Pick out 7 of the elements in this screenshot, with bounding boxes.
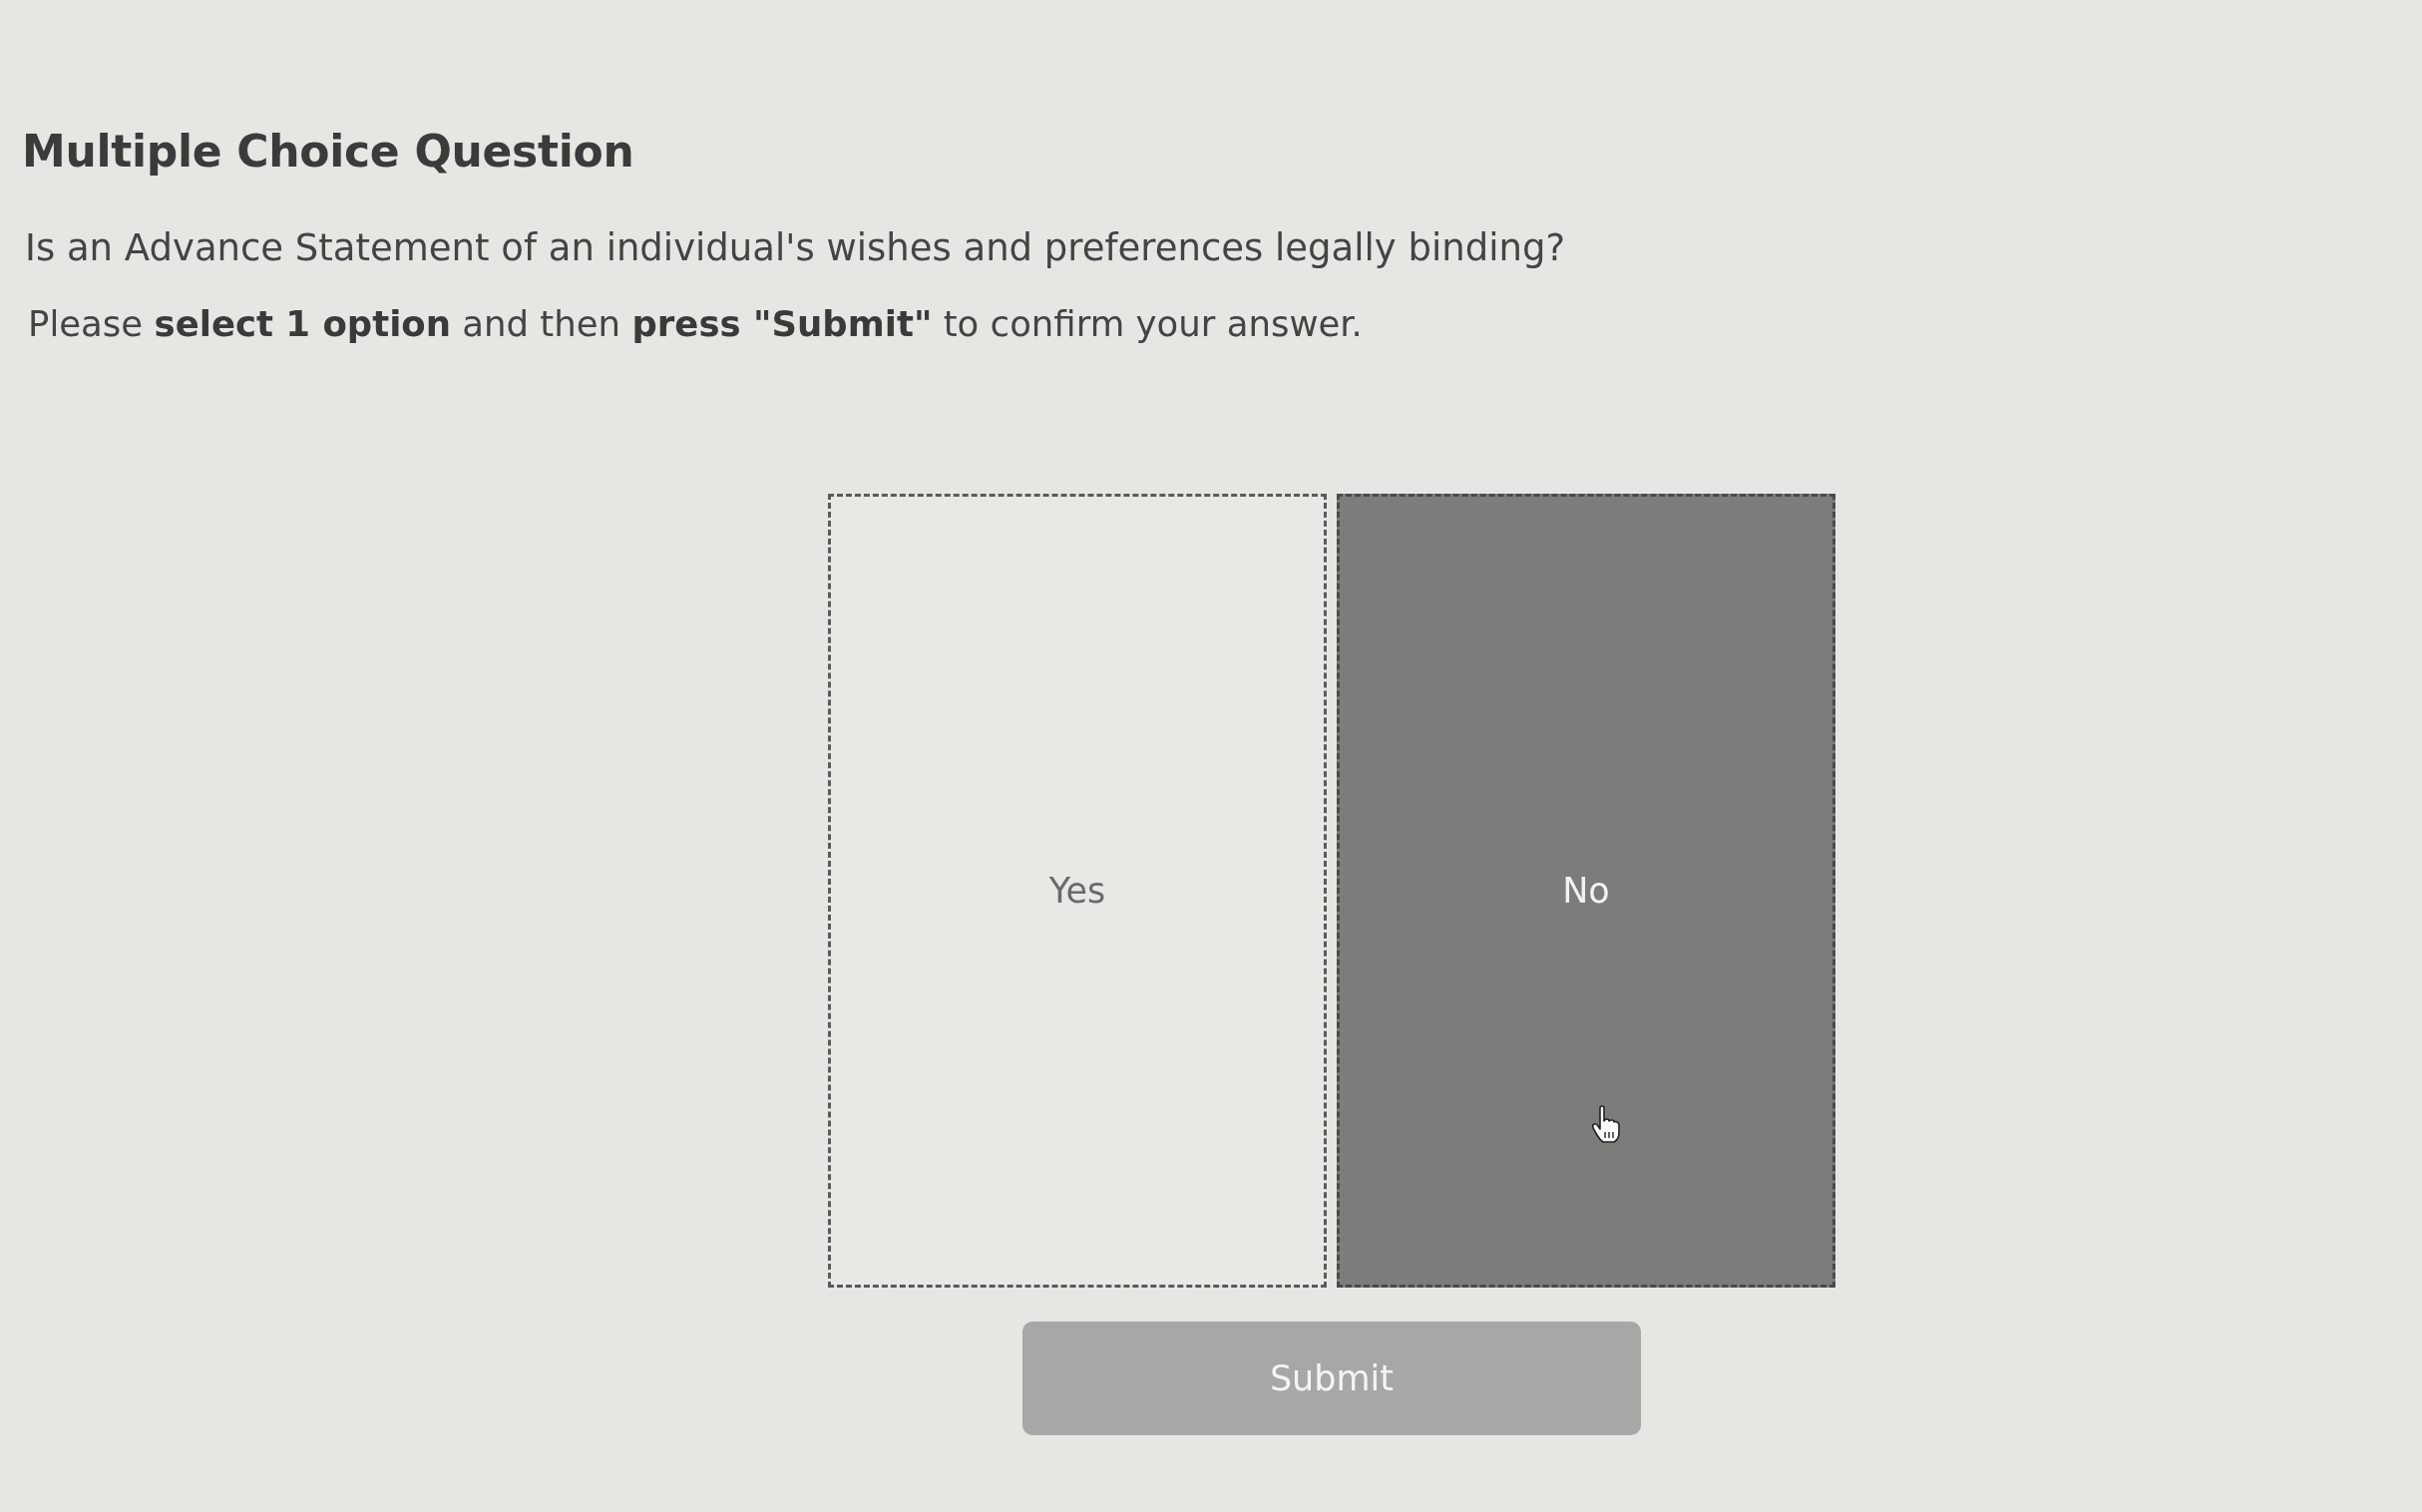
answer-option[interactable]: Yes bbox=[828, 494, 1327, 1288]
question-heading: Multiple Choice Question bbox=[22, 126, 634, 177]
answer-option[interactable]: No bbox=[1337, 494, 1835, 1288]
instruction-text: Please select 1 option and then press "Submit" to confirm your answer. bbox=[28, 303, 1363, 344]
submit-button[interactable]: Submit bbox=[1022, 1322, 1641, 1435]
hand-pointer-icon bbox=[1591, 1105, 1621, 1143]
question-text: Is an Advance Statement of an individual's wishes and preferences legally binding? bbox=[25, 226, 1566, 269]
